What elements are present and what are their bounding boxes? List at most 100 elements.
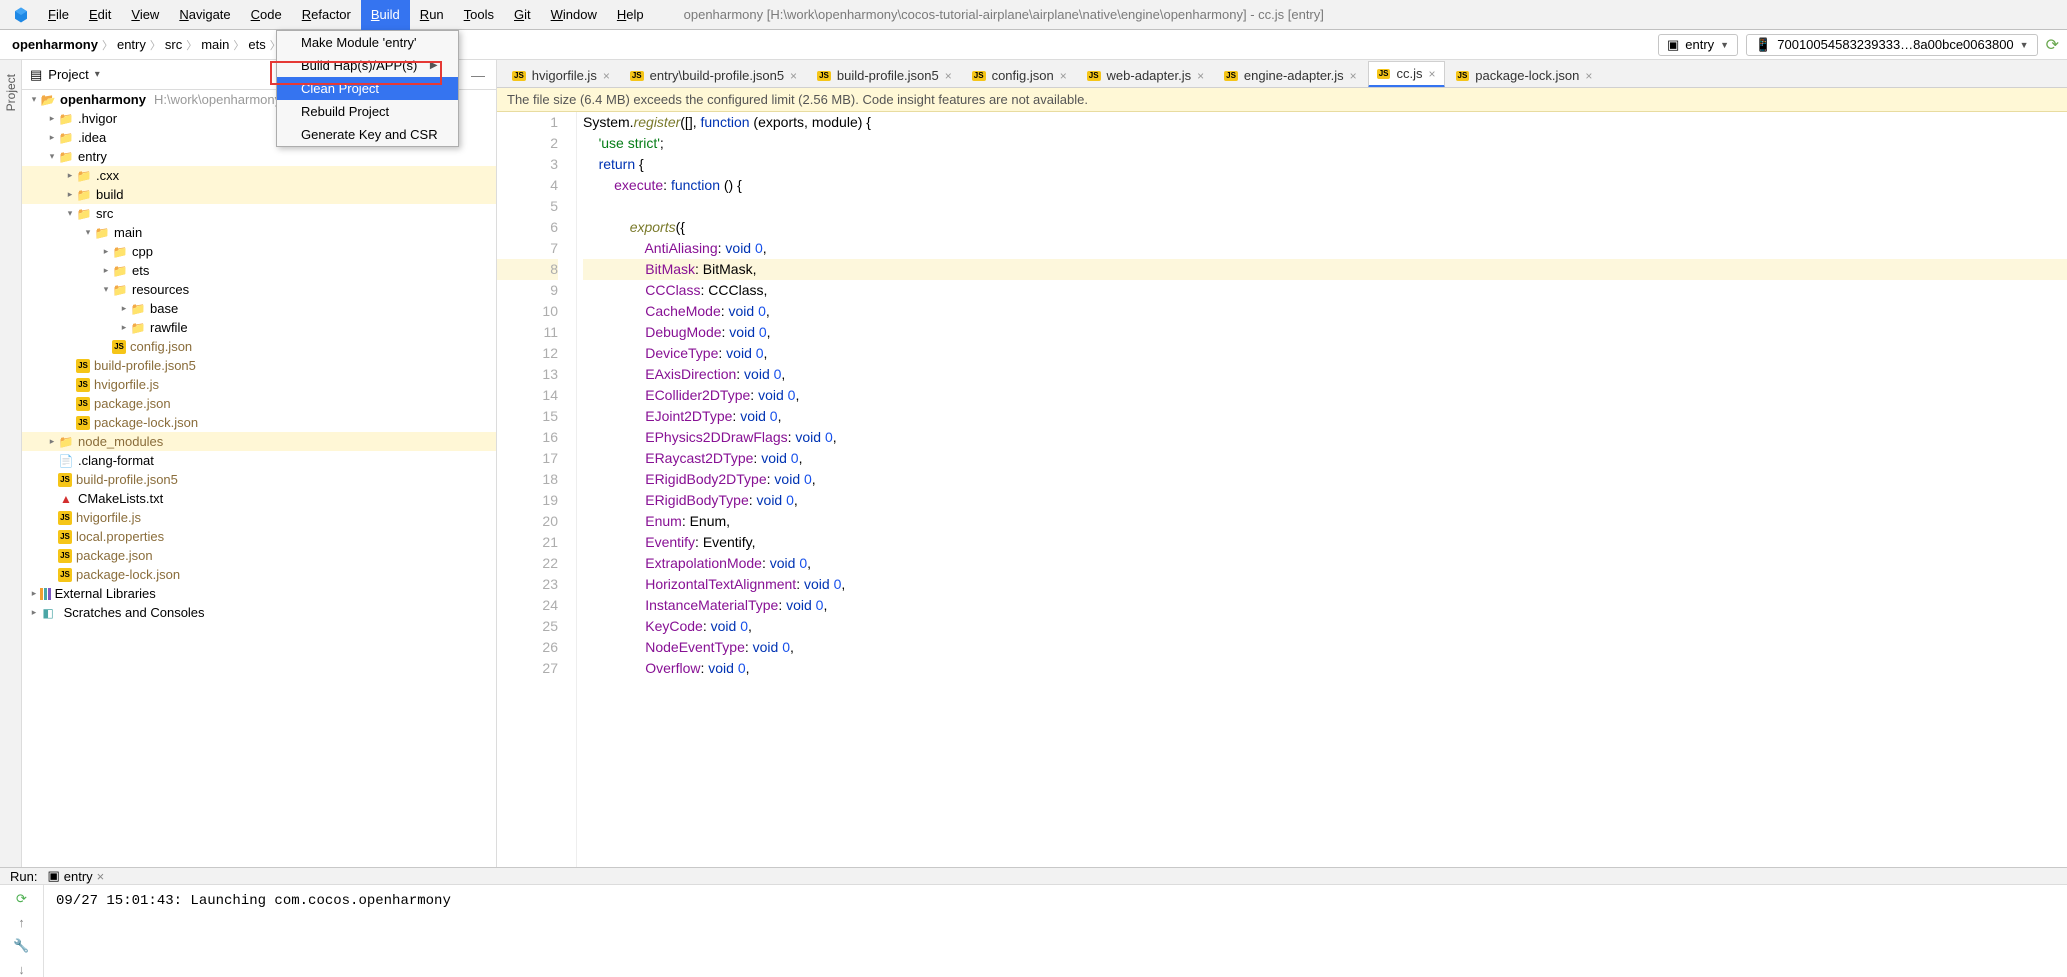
tree-toggle[interactable] (46, 456, 58, 466)
tree-toggle[interactable] (64, 399, 76, 409)
code-line[interactable]: AntiAliasing: void 0, (583, 238, 2067, 259)
tree-toggle[interactable]: ▸ (118, 303, 130, 314)
close-icon[interactable]: × (1428, 67, 1435, 81)
tree-toggle[interactable]: ▸ (118, 322, 130, 333)
code-line[interactable]: EPhysics2DDrawFlags: void 0, (583, 427, 2067, 448)
menu-file[interactable]: File (38, 0, 79, 30)
code-line[interactable] (583, 196, 2067, 217)
menu-run[interactable]: Run (410, 0, 454, 30)
code-line[interactable]: ECollider2DType: void 0, (583, 385, 2067, 406)
breadcrumb-openharmony[interactable]: openharmony (12, 37, 98, 52)
gutter-line[interactable]: 22 (497, 553, 558, 574)
breadcrumb-main[interactable]: main (201, 37, 229, 52)
project-tool-tab[interactable]: Project (4, 68, 18, 117)
tree-toggle[interactable]: ▸ (64, 189, 76, 200)
code-line[interactable]: DebugMode: void 0, (583, 322, 2067, 343)
code-line[interactable]: 'use strict'; (583, 133, 2067, 154)
gutter-line[interactable]: 26 (497, 637, 558, 658)
tree-item-build-profile-json5[interactable]: JSbuild-profile.json5 (22, 470, 496, 489)
tree-item-package-json[interactable]: JSpackage.json (22, 394, 496, 413)
tree-item--cxx[interactable]: ▸📁.cxx (22, 166, 496, 185)
tree-toggle[interactable]: ▸ (100, 265, 112, 276)
menu-help[interactable]: Help (607, 0, 654, 30)
gutter-line[interactable]: 14 (497, 385, 558, 406)
tree-item-package-json[interactable]: JSpackage.json (22, 546, 496, 565)
code-line[interactable]: CacheMode: void 0, (583, 301, 2067, 322)
tree-item-package-lock-json[interactable]: JSpackage-lock.json (22, 565, 496, 584)
tree-toggle[interactable]: ▾ (64, 208, 76, 219)
sync-icon[interactable]: ⟳ (2046, 35, 2059, 55)
run-tab-entry[interactable]: ▣ entry × (47, 868, 104, 884)
device-combo[interactable]: 📱 70010054583239333…8a00bce0063800 ▼ (1746, 34, 2038, 56)
gutter-line[interactable]: 5 (497, 196, 558, 217)
editor-tab-engine-adapter-js[interactable]: JSengine-adapter.js× (1215, 63, 1366, 87)
editor-tab-hvigorfile-js[interactable]: JShvigorfile.js× (503, 63, 619, 87)
code-line[interactable]: HorizontalTextAlignment: void 0, (583, 574, 2067, 595)
code-line[interactable]: ERigidBody2DType: void 0, (583, 469, 2067, 490)
tree-toggle[interactable] (46, 532, 58, 542)
breadcrumb-ets[interactable]: ets (248, 37, 265, 52)
editor-tab-package-lock-json[interactable]: JSpackage-lock.json× (1447, 63, 1602, 87)
code-line[interactable]: ERigidBodyType: void 0, (583, 490, 2067, 511)
tree-toggle[interactable] (100, 342, 112, 352)
gutter-line[interactable]: 24 (497, 595, 558, 616)
code-line[interactable]: DeviceType: void 0, (583, 343, 2067, 364)
menu-code[interactable]: Code (241, 0, 292, 30)
tree-item-resources[interactable]: ▾📁resources (22, 280, 496, 299)
gutter-line[interactable]: 1 (497, 112, 558, 133)
menu-item-make-module-entry-[interactable]: Make Module 'entry' (277, 31, 458, 54)
code-line[interactable]: KeyCode: void 0, (583, 616, 2067, 637)
menu-navigate[interactable]: Navigate (169, 0, 240, 30)
gutter-line[interactable]: 16 (497, 427, 558, 448)
code-line[interactable]: exports({ (583, 217, 2067, 238)
gutter-line[interactable]: 7 (497, 238, 558, 259)
tree-toggle[interactable] (64, 418, 76, 428)
tree-toggle[interactable]: ▸ (46, 436, 58, 447)
gutter-line[interactable]: 21 (497, 532, 558, 553)
close-icon[interactable]: × (790, 69, 797, 83)
close-icon[interactable]: × (97, 869, 105, 884)
code-line[interactable]: return { (583, 154, 2067, 175)
tree-item-cmakelists-txt[interactable]: ▲CMakeLists.txt (22, 489, 496, 508)
menu-item-clean-project[interactable]: Clean Project (277, 77, 458, 100)
menu-refactor[interactable]: Refactor (292, 0, 361, 30)
gutter-line[interactable]: 6 (497, 217, 558, 238)
gutter-line[interactable]: 3 (497, 154, 558, 175)
editor-tab-entry-build-profile-json5[interactable]: JSentry\build-profile.json5× (621, 63, 806, 87)
gutter-line[interactable]: 17 (497, 448, 558, 469)
project-tree[interactable]: ▾📂openharmonyH:\work\openharmony\c▸📁.hvi… (22, 90, 496, 867)
menu-tools[interactable]: Tools (454, 0, 504, 30)
close-icon[interactable]: × (1350, 69, 1357, 83)
tree-item-local-properties[interactable]: JSlocal.properties (22, 527, 496, 546)
breadcrumb-src[interactable]: src (165, 37, 182, 52)
tree-toggle[interactable]: ▸ (46, 132, 58, 143)
tree-toggle[interactable]: ▾ (100, 284, 112, 295)
code-line[interactable]: System.register([], function (exports, m… (583, 112, 2067, 133)
close-icon[interactable]: × (1197, 69, 1204, 83)
code-line[interactable]: ExtrapolationMode: void 0, (583, 553, 2067, 574)
gutter-line[interactable]: 25 (497, 616, 558, 637)
tree-item-base[interactable]: ▸📁base (22, 299, 496, 318)
down-icon[interactable]: ↓ (18, 962, 25, 977)
gutter-line[interactable]: 23 (497, 574, 558, 595)
tree-item-src[interactable]: ▾📁src (22, 204, 496, 223)
editor-tab-cc-js[interactable]: JScc.js× (1368, 61, 1445, 88)
tree-toggle[interactable] (46, 551, 58, 561)
gutter-line[interactable]: 11 (497, 322, 558, 343)
menu-item-rebuild-project[interactable]: Rebuild Project (277, 100, 458, 123)
hide-icon[interactable]: — (468, 67, 488, 83)
gutter-line[interactable]: 15 (497, 406, 558, 427)
menu-window[interactable]: Window (541, 0, 607, 30)
close-icon[interactable]: × (1585, 69, 1592, 83)
tree-toggle[interactable]: ▾ (82, 227, 94, 238)
code-line[interactable]: EJoint2DType: void 0, (583, 406, 2067, 427)
tree-toggle[interactable]: ▸ (100, 246, 112, 257)
tree-item-hvigorfile-js[interactable]: JShvigorfile.js (22, 508, 496, 527)
tree-toggle[interactable] (46, 475, 58, 485)
tree-toggle[interactable]: ▾ (46, 151, 58, 162)
menu-edit[interactable]: Edit (79, 0, 121, 30)
gutter-line[interactable]: 9 (497, 280, 558, 301)
tree-item-main[interactable]: ▾📁main (22, 223, 496, 242)
tree-item-node-modules[interactable]: ▸📁node_modules (22, 432, 496, 451)
close-icon[interactable]: × (603, 69, 610, 83)
